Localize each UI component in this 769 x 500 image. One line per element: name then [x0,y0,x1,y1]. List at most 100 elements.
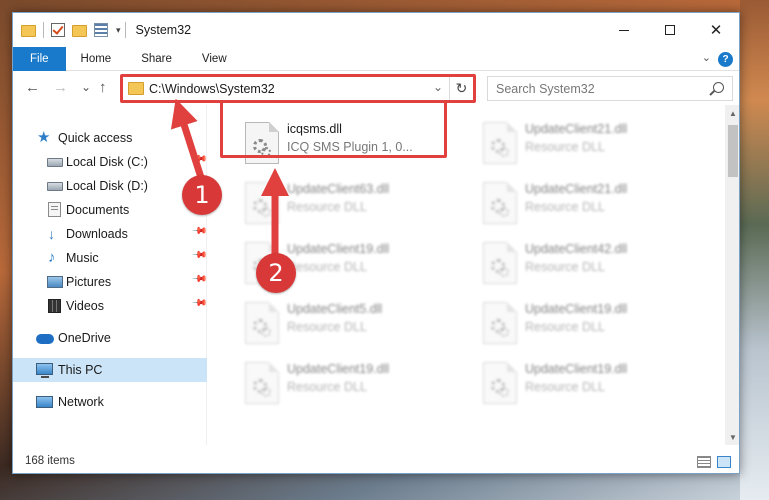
sidebar-item-music[interactable]: ♪ Music 📌 [13,246,208,270]
sidebar-item-label: Local Disk (D:) [66,179,148,193]
dll-file-icon [245,182,279,224]
close-button[interactable]: ✕ [693,13,739,47]
sidebar-item-local-disk-d[interactable]: Local Disk (D:) [13,174,207,198]
address-path[interactable]: C:\Windows\System32 [149,82,275,96]
window-title: System32 [135,23,192,37]
file-name: UpdateClient19.dll [525,362,628,376]
file-item[interactable]: UpdateClient21.dll Resource DLL [473,175,703,235]
pin-icon[interactable]: 📌 [191,151,208,168]
vertical-scrollbar[interactable]: ▲ ▼ [725,105,739,445]
customize-toolbar-chevron-icon[interactable]: ▾ [116,25,121,36]
scroll-down-icon[interactable]: ▼ [725,429,739,445]
dll-file-icon [483,362,517,404]
file-item[interactable]: UpdateClient21.dll Resource DLL [473,115,703,175]
disk-icon [47,158,63,167]
address-bar[interactable]: C:\Windows\System32 ⌄ ↻ [122,76,474,101]
file-name: UpdateClient63.dll [287,182,390,196]
gear-icon [499,207,509,217]
documents-icon [48,202,61,217]
dll-file-icon [245,362,279,404]
properties-icon[interactable] [94,22,110,38]
tab-home[interactable]: Home [66,47,127,71]
sidebar-item-local-disk-c[interactable]: Local Disk (C:) 📌 [13,150,208,174]
search-box[interactable]: Search System32 [487,76,733,101]
file-description: Resource DLL [287,320,367,334]
pin-icon[interactable]: 📌 [191,223,208,240]
file-name: UpdateClient21.dll [525,122,628,136]
refresh-icon[interactable]: ↻ [449,77,473,100]
gear-icon [261,207,271,217]
search-icon[interactable] [713,82,724,93]
file-name: UpdateClient19.dll [525,302,628,316]
dll-file-icon [483,302,517,344]
large-icons-view-icon[interactable] [717,456,731,468]
scroll-thumb[interactable] [728,125,738,177]
disk-icon [47,182,63,191]
sidebar-item-label: Quick access [58,131,133,145]
file-description: Resource DLL [525,260,605,274]
file-item[interactable]: UpdateClient5.dll Resource DLL [235,295,465,355]
sidebar-item-documents[interactable]: Documents 📌 [13,198,208,222]
properties-check-icon[interactable] [50,22,66,38]
file-item[interactable]: UpdateClient63.dll Resource DLL [235,175,465,235]
file-name: UpdateClient42.dll [525,242,628,256]
pin-icon[interactable]: 📌 [191,271,208,288]
toolbar-divider [43,22,44,38]
search-input[interactable]: Search System32 [496,82,595,96]
sidebar-item-network[interactable]: Network [13,390,207,414]
title-bar: ▾ System32 ✕ [13,13,739,47]
sidebar-item-videos[interactable]: Videos 📌 [13,294,208,318]
tab-file[interactable]: File [13,46,66,71]
step-2-badge: 2 [256,253,296,293]
sidebar-item-pictures[interactable]: Pictures 📌 [13,270,208,294]
new-folder-icon[interactable] [72,22,88,38]
address-dropdown-chevron-icon[interactable]: ⌄ [433,80,443,94]
dll-file-icon [245,302,279,344]
star-icon: ★ [37,129,51,146]
dll-file-icon [483,242,517,284]
dll-file-icon [483,182,517,224]
back-arrow-icon[interactable]: ← [25,79,40,96]
file-description: Resource DLL [525,320,605,334]
file-name: UpdateClient19.dll [287,242,390,256]
forward-arrow-icon[interactable]: → [53,79,68,96]
sidebar-item-label: This PC [58,363,103,377]
details-view-icon[interactable] [697,456,711,468]
quick-access-toolbar: ▾ System32 [13,13,191,47]
maximize-button[interactable] [647,13,693,47]
sidebar-item-label: Videos [66,299,104,313]
scroll-up-icon[interactable]: ▲ [725,105,739,121]
gear-icon [261,327,271,337]
file-item[interactable]: UpdateClient19.dll Resource DLL [473,295,703,355]
desktop-background [740,0,769,500]
window-controls: ✕ [601,13,739,47]
network-icon [36,396,53,408]
file-description: Resource DLL [287,200,367,214]
file-item[interactable]: UpdateClient19.dll Resource DLL [235,355,465,415]
gear-icon [499,387,509,397]
sidebar-item-label: Local Disk (C:) [66,155,148,169]
pin-icon[interactable]: 📌 [191,295,208,312]
sidebar-item-label: Downloads [66,227,128,241]
folder-icon[interactable] [21,22,37,38]
up-arrow-icon[interactable]: ↑ [99,79,107,96]
music-icon: ♪ [48,249,56,266]
tab-share[interactable]: Share [126,47,187,71]
pin-icon[interactable]: 📌 [191,247,208,264]
status-bar: 168 items [13,449,739,473]
file-name: UpdateClient19.dll [287,362,390,376]
ribbon-tabs: File Home Share View ⌄ ? [13,46,739,71]
recent-locations-chevron-icon[interactable]: ⌄ [81,80,91,94]
sidebar-item-downloads[interactable]: ↓ Downloads 📌 [13,222,208,246]
file-item[interactable]: UpdateClient19.dll Resource DLL [473,355,703,415]
minimize-button[interactable] [601,13,647,47]
expand-ribbon-chevron-icon[interactable]: ⌄ [702,51,711,64]
navigation-pane: ★ Quick access Local Disk (C:) 📌 Local D… [13,105,208,445]
videos-icon [48,299,61,313]
help-icon[interactable]: ? [718,52,733,67]
sidebar-item-onedrive[interactable]: OneDrive [13,326,207,350]
tab-view[interactable]: View [187,47,242,71]
sidebar-item-quick-access[interactable]: ★ Quick access [13,126,207,150]
sidebar-item-this-pc[interactable]: This PC [13,358,207,382]
file-item[interactable]: UpdateClient42.dll Resource DLL [473,235,703,295]
